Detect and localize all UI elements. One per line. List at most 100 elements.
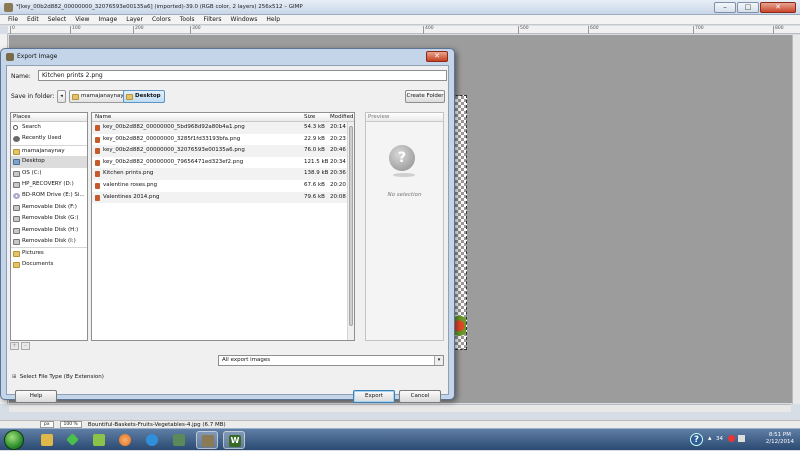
scrollbar-thumb[interactable] [349, 126, 353, 326]
place-home[interactable]: mamajanaynay [11, 144, 87, 156]
taskbar-gimp[interactable] [196, 431, 218, 449]
file-modified: 20:08 [330, 193, 346, 200]
taskbar-clock[interactable]: 8:51 PM 2/12/2014 [766, 432, 794, 446]
file-name: key_00b2d882_00000000_32076593e00135a6.p… [103, 147, 245, 154]
file-row[interactable]: key_00b2d882_00000000_32076593e00135a6.p… [92, 145, 354, 157]
menu-colors[interactable]: Colors [152, 16, 171, 23]
start-button[interactable] [4, 430, 24, 450]
file-row[interactable]: Valentines 2014.png 79.6 kB 20:08 [92, 191, 354, 204]
tray-alert-icon[interactable] [728, 435, 735, 442]
gimp-app-icon [4, 3, 13, 12]
taskbar-firefox[interactable] [114, 431, 136, 449]
name-row: Name: Kitchen prints 2.png [10, 70, 447, 82]
place-hp-recovery[interactable]: HP_RECOVERY (D:) [11, 179, 87, 190]
ruler-tick: 400 [423, 26, 434, 34]
gimp-dialog-icon [6, 53, 14, 61]
taskbar-network[interactable] [168, 431, 190, 449]
png-file-icon [95, 136, 100, 143]
place-removable-h[interactable]: Removable Disk (H:) [11, 225, 87, 236]
file-row[interactable]: key_00b2d882_00000000_79656471ed323ef2.p… [92, 157, 354, 169]
taskbar-app-green[interactable] [88, 431, 110, 449]
menu-edit[interactable]: Edit [27, 16, 39, 23]
menu-select[interactable]: Select [48, 16, 67, 23]
png-file-icon [95, 125, 100, 131]
place-removable-g[interactable]: Removable Disk (G:) [11, 213, 87, 224]
canvas-vertical-scrollbar[interactable] [792, 35, 800, 404]
system-tray: ? ▴ 34 8:51 PM 2/12/2014 [690, 429, 800, 451]
menu-help[interactable]: Help [266, 16, 280, 23]
place-bd-rom[interactable]: BD-ROM Drive (E:) Si... [11, 190, 87, 201]
preview-header: Preview [366, 113, 443, 122]
menu-image[interactable]: Image [98, 16, 117, 23]
menu-windows[interactable]: Windows [231, 16, 258, 23]
menu-view[interactable]: View [75, 16, 89, 23]
chevron-down-icon[interactable]: ▾ [434, 356, 443, 365]
place-os-c[interactable]: OS (C:) [11, 168, 87, 179]
dialog-close-button[interactable]: ✕ [426, 51, 448, 62]
place-recently-used[interactable]: Recently Used [11, 133, 87, 144]
place-documents[interactable]: Documents [11, 259, 87, 270]
canvas-horizontal-scrollbar[interactable] [9, 404, 791, 412]
places-buttons: + – [10, 342, 30, 350]
place-search[interactable]: Search [11, 122, 87, 133]
close-window-button[interactable]: ✕ [760, 2, 796, 13]
filter-value: All export images [222, 357, 271, 363]
help-question-icon[interactable]: ? [690, 433, 703, 446]
gimp-window-title: *[key_00b2d882_00000000_32076593e00135a6… [16, 4, 303, 10]
place-removable-i[interactable]: Removable Disk (I:) [11, 236, 87, 247]
file-size: 22.9 kB [304, 135, 325, 142]
file-name: valentine roses.png [103, 181, 158, 188]
taskbar-explorer[interactable] [36, 431, 58, 449]
unit-selector[interactable]: px [40, 421, 54, 428]
taskbar-sims[interactable] [62, 431, 84, 449]
minimize-button[interactable]: – [714, 2, 736, 13]
help-button[interactable]: Help [15, 390, 57, 403]
place-desktop[interactable]: Desktop [11, 156, 87, 168]
place-label: Removable Disk (F:) [22, 203, 77, 210]
export-image-dialog: Export Image ✕ Name: Kitchen prints 2.pn… [0, 48, 455, 403]
folder-icon [13, 261, 20, 268]
filename-input[interactable]: Kitchen prints 2.png [38, 70, 447, 81]
status-bar: px 100 % Bountiful-Baskets-Fruits-Vegeta… [0, 420, 800, 428]
preview-panel: Preview ? No selection [365, 112, 444, 341]
file-name: key_00b2d882_00000000_79656471ed323ef2.p… [103, 158, 244, 165]
remove-bookmark-button[interactable]: – [21, 342, 30, 350]
file-name: Kitchen prints.png [103, 170, 154, 177]
export-button[interactable]: Export [353, 390, 395, 403]
breadcrumb-mamajanaynay[interactable]: mamajanaynay [69, 90, 128, 103]
file-list-scrollbar[interactable] [347, 122, 354, 340]
column-modified[interactable]: Modified [330, 113, 353, 122]
create-folder-button[interactable]: Create Folder [405, 90, 445, 103]
places-header[interactable]: Places [11, 113, 87, 122]
taskbar-word[interactable]: W [223, 431, 245, 449]
folder-icon [13, 251, 20, 258]
place-removable-f[interactable]: Removable Disk (F:) [11, 202, 87, 213]
file-row[interactable]: valentine roses.png 67.6 kB 20:20 [92, 180, 354, 192]
dialog-title-bar[interactable]: Export Image ✕ [1, 49, 454, 65]
menu-filters[interactable]: Filters [204, 16, 222, 23]
file-row[interactable]: key_00b2d882_00000000_5bd968d92a80b4a1.p… [92, 122, 354, 134]
column-size[interactable]: Size [304, 113, 315, 122]
menu-tools[interactable]: Tools [180, 16, 195, 23]
column-name[interactable]: Name [95, 113, 111, 122]
breadcrumb-back-arrow[interactable]: ◂ [57, 90, 66, 103]
volume-icon[interactable] [738, 435, 745, 442]
file-row[interactable]: key_00b2d882_00000000_3285f1fd33193bfa.p… [92, 134, 354, 146]
cancel-button[interactable]: Cancel [399, 390, 441, 403]
file-filter-select[interactable]: All export images ▾ [218, 355, 444, 366]
add-bookmark-button[interactable]: + [10, 342, 19, 350]
file-row[interactable]: Kitchen prints.png 138.9 kB 20:36 [92, 168, 354, 180]
maximize-button[interactable]: □ [737, 2, 759, 13]
file-modified: 20:34 [330, 158, 346, 165]
zoom-selector[interactable]: 100 % [59, 421, 82, 428]
internet-explorer-icon [146, 434, 158, 446]
show-hidden-icons-arrow[interactable]: ▴ [708, 434, 712, 442]
select-file-type-expander[interactable]: ⊞ Select File Type (By Extension) [12, 374, 104, 380]
taskbar-ie[interactable] [141, 431, 163, 449]
place-pictures[interactable]: Pictures [11, 247, 87, 258]
breadcrumb-desktop[interactable]: Desktop [123, 90, 165, 103]
tray-notification-count[interactable]: 34 [716, 436, 723, 442]
place-label: mamajanaynay [22, 147, 65, 154]
menu-layer[interactable]: Layer [126, 16, 143, 23]
menu-file[interactable]: File [8, 16, 18, 23]
